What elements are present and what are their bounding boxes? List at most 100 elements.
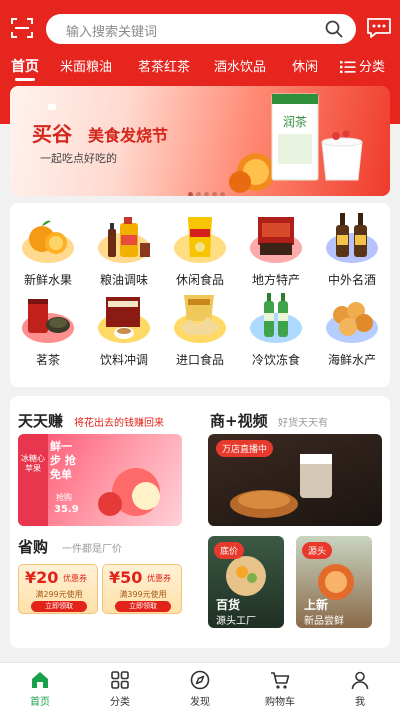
chips-bag-icon [188,217,212,257]
nav-cart[interactable]: 购物车 [250,667,310,709]
category-label: 冷饮冻食 [251,353,300,367]
soda-bottle-icon [264,293,288,337]
category-label: 新鲜水果 [23,273,72,287]
tea-can-icon [28,299,70,333]
category-label: 茗茶 [35,353,60,367]
save-buy-title[interactable]: 省购 [18,536,48,557]
banner-brand: 买谷 [32,122,72,146]
tab-snacks[interactable]: 休闲 [292,56,318,75]
apple-ad-price-label: 抢购 [56,493,72,502]
scan-icon[interactable] [10,16,34,40]
pagination-dot[interactable] [212,192,217,196]
category-grid: 新鲜水果 粮油调味 休闲食品 地方特产 中外名酒 茗茶 饮料冲调 进口食品 冷饮… [10,203,390,387]
nav-discover[interactable]: 发现 [170,667,230,709]
coupon-claim-button[interactable]: 立即领取 [115,601,171,612]
category-imported[interactable]: 进口食品 [164,289,236,369]
pagination-dot[interactable] [196,192,201,196]
tea-box-label: 润茶 [283,114,307,129]
save-buy-subtitle: 一件都是厂价 [62,544,122,555]
category-button-label: 分类 [359,60,386,75]
seafood-icon [333,302,373,336]
search-icon[interactable] [324,19,344,39]
promo-banner[interactable]: 买谷 美食发烧节 一起吃点好吃的 润茶 [10,86,390,196]
category-tea[interactable]: 茗茶 [12,289,84,369]
apple-ad-side-text: 冰糖心苹果 [21,454,45,473]
coupon-card[interactable]: ¥50 优惠券 满399元使用 立即领取 [102,564,182,614]
category-button[interactable]: 分类 [334,56,386,78]
category-snacks[interactable]: 休闲食品 [164,209,236,289]
category-label: 粮油调味 [99,273,148,287]
search-placeholder: 输入搜索关键词 [66,25,158,40]
pagination-dot[interactable] [220,192,225,196]
pagination-dot[interactable] [188,192,193,196]
compass-icon [190,670,210,690]
nav-label: 购物车 [265,697,295,708]
coupon-condition: 满399元使用 [119,590,167,599]
category-fruit[interactable]: 新鲜水果 [12,209,84,289]
gift-box-icon [258,217,294,255]
top-header: 输入搜索关键词 首页 米面粮油 茗茶红茶 酒水饮品 休闲 分类 [0,0,400,84]
tab-drinks[interactable]: 酒水饮品 [214,56,266,75]
live-video-card[interactable]: 万店直播中 [208,434,382,526]
pagination-dot[interactable] [204,192,209,196]
apple-ad-headline: 鲜一步 抢免单 [50,440,76,481]
coupon-condition: 满299元使用 [35,590,83,599]
card-subtitle: 新品尝鲜 [304,616,344,627]
video-subtitle: 好货天天有 [278,418,328,429]
nav-profile[interactable]: 我 [330,667,390,709]
daily-earn-title[interactable]: 天天赚 [18,410,63,431]
nav-home[interactable]: 首页 [10,667,70,709]
category-beverage[interactable]: 饮料冲调 [88,289,160,369]
daily-earn-subtitle: 将花出去的钱赚回来 [74,418,164,429]
nav-label: 我 [355,697,365,708]
wine-bottle-icon [336,213,367,257]
card-title: 百货 [216,598,241,612]
apple-ad-price: 35.9 [54,504,79,515]
coffee-box-icon [106,297,140,339]
category-label: 中外名酒 [327,273,376,287]
tab-tea[interactable]: 茗茶红茶 [138,56,190,75]
factory-goods-card[interactable]: 底价 百货 源头工厂 [208,536,284,628]
category-label: 海鲜水产 [327,353,376,367]
live-tag: 万店直播中 [216,440,274,457]
oil-bottle-icon [108,217,150,257]
nav-category[interactable]: 分类 [90,667,150,709]
tab-home[interactable]: 首页 [11,56,39,76]
coupon-unit: 优惠券 [147,574,171,583]
banner-flag-decoration [48,104,56,110]
category-liquor[interactable]: 中外名酒 [316,209,388,289]
category-seafood[interactable]: 海鲜水产 [316,289,388,369]
message-icon[interactable] [366,17,392,39]
daily-earn-ad[interactable]: 冰糖心苹果 鲜一步 抢免单 抢购 35.9 [18,434,182,526]
coupon-card[interactable]: ¥20 优惠券 满299元使用 立即领取 [18,564,98,614]
nav-label: 分类 [110,697,130,708]
tab-grain-oil[interactable]: 米面粮油 [60,56,112,75]
new-arrivals-card[interactable]: 源头 上新 新品尝鲜 [296,536,372,628]
category-label: 地方特产 [251,273,300,287]
card-tag: 源头 [302,542,333,559]
coupon-claim-button[interactable]: 立即领取 [31,601,87,612]
user-icon [351,671,369,690]
video-title[interactable]: 商+视频 [210,410,268,431]
grid-icon [111,671,129,689]
search-input[interactable]: 输入搜索关键词 [46,14,356,44]
category-grain-oil[interactable]: 粮油调味 [88,209,160,289]
category-local-specialty[interactable]: 地方特产 [240,209,312,289]
coupon-unit: 优惠券 [63,574,87,583]
apple-ad-illustration [18,434,160,526]
category-tabs: 首页 米面粮油 茗茶红茶 酒水饮品 休闲 分类 [0,56,400,81]
cart-icon [271,672,290,689]
home-icon [32,672,48,688]
nav-label: 发现 [190,697,210,708]
category-label: 进口食品 [175,353,224,367]
card-title: 上新 [304,598,329,612]
banner-products-illustration: 润茶 [229,93,363,193]
nav-label: 首页 [30,697,50,708]
bottom-nav: 首页 分类 发现 购物车 我 [0,662,400,710]
category-label: 饮料冲调 [99,353,148,367]
category-label: 休闲食品 [175,273,224,287]
banner-subtitle: 一起吃点好吃的 [40,152,117,165]
coupon-amount: ¥50 [109,568,143,587]
category-frozen[interactable]: 冷饮冻食 [240,289,312,369]
banner-pagination [188,182,228,196]
